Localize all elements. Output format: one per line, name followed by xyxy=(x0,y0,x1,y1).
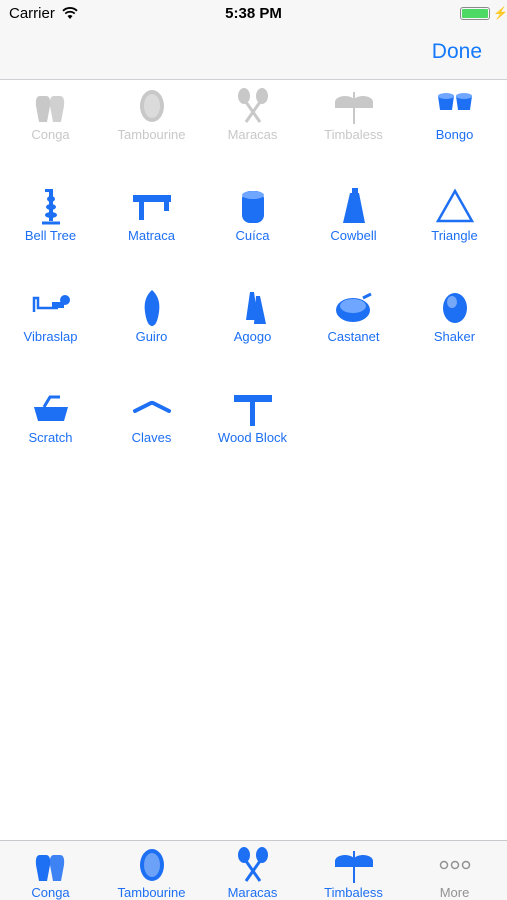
battery-icon xyxy=(460,7,490,20)
instrument-label: Matraca xyxy=(128,228,175,243)
instrument-label: Maracas xyxy=(227,127,278,142)
instrument-label: Cowbell xyxy=(330,228,377,243)
instrument-item[interactable]: Vibraslap xyxy=(0,288,101,358)
instrument-item[interactable]: Shaker xyxy=(404,288,505,358)
instrument-label: Claves xyxy=(131,430,172,445)
instrument-label: Triangle xyxy=(431,228,478,243)
shaker-icon xyxy=(442,293,467,323)
vibraslap-icon xyxy=(32,295,70,312)
instrument-label: Tambourine xyxy=(117,127,186,142)
tab-more[interactable]: More xyxy=(404,841,505,900)
instrument-label: Conga xyxy=(31,127,70,142)
triangle-icon xyxy=(435,188,474,223)
instrument-item[interactable]: Guiro xyxy=(101,288,202,358)
instrument-item[interactable]: Matraca xyxy=(101,187,202,257)
instrument-label: Shaker xyxy=(433,329,476,344)
instrument-label: Scratch xyxy=(28,430,73,445)
tambourine-icon xyxy=(139,849,164,881)
conga-icon xyxy=(35,96,64,122)
instrument-item[interactable]: Cuíca xyxy=(202,187,303,257)
claves-icon xyxy=(132,401,171,413)
instrument-label: Vibraslap xyxy=(23,329,78,344)
instrument-item[interactable]: Scratch xyxy=(0,389,101,459)
wood-block-icon xyxy=(233,395,272,426)
tab-timbaless[interactable]: Timbaless xyxy=(303,841,404,900)
conga-icon xyxy=(35,855,64,881)
tab-maracas[interactable]: Maracas xyxy=(202,841,303,900)
matraca-icon xyxy=(132,195,171,220)
instrument-label: Bongo xyxy=(435,127,474,142)
tab-bar: Conga Tambourine Maracas Timbaless More xyxy=(0,840,507,900)
status-time: 5:38 PM xyxy=(225,5,282,22)
instrument-item[interactable]: Timbaless xyxy=(303,86,404,156)
castanet-icon xyxy=(335,292,372,322)
status-bar: Carrier 5:38 PM ⚡ xyxy=(0,0,507,28)
maracas-icon xyxy=(237,88,268,123)
tab-label: Tambourine xyxy=(117,885,186,900)
instrument-label: Timbaless xyxy=(324,127,383,142)
agogo-icon xyxy=(245,292,266,324)
navigation-bar: Done xyxy=(0,28,507,80)
timbales-icon xyxy=(334,92,373,124)
instrument-item[interactable]: Bell Tree xyxy=(0,187,101,257)
maracas-icon xyxy=(237,847,268,882)
instrument-label: Agogo xyxy=(233,329,272,344)
instrument-label: Castanet xyxy=(327,329,380,344)
instrument-item[interactable]: Agogo xyxy=(202,288,303,358)
instrument-item[interactable]: Tambourine xyxy=(101,86,202,156)
instrument-item[interactable]: Bongo xyxy=(404,86,505,156)
tambourine-icon xyxy=(139,90,164,122)
guiro-icon xyxy=(144,290,159,326)
instrument-item[interactable]: Claves xyxy=(101,389,202,459)
battery-fill xyxy=(462,9,488,18)
tab-tambourine[interactable]: Tambourine xyxy=(101,841,202,900)
instrument-label: Guiro xyxy=(135,329,168,344)
scratch-icon xyxy=(33,395,68,421)
instrument-label: Wood Block xyxy=(217,430,288,445)
bongo-icon xyxy=(437,93,472,110)
more-icon xyxy=(439,860,470,870)
instrument-label: Bell Tree xyxy=(24,228,77,243)
cuica-icon xyxy=(241,191,264,223)
instrument-item[interactable]: Wood Block xyxy=(202,389,303,459)
instrument-item[interactable]: Castanet xyxy=(303,288,404,358)
tab-label: More xyxy=(439,885,470,900)
tab-label: Conga xyxy=(31,885,70,900)
done-button[interactable]: Done xyxy=(432,40,482,64)
timbales-icon xyxy=(334,851,373,883)
cowbell-icon xyxy=(342,188,365,223)
instrument-label: Cuíca xyxy=(235,228,270,243)
bell-tree-icon xyxy=(41,189,60,225)
tab-label: Maracas xyxy=(227,885,278,900)
instrument-item[interactable]: Maracas xyxy=(202,86,303,156)
instrument-item[interactable]: Triangle xyxy=(404,187,505,257)
instrument-item[interactable]: Conga xyxy=(0,86,101,156)
charging-icon: ⚡ xyxy=(493,6,507,20)
tab-conga[interactable]: Conga xyxy=(0,841,101,900)
tab-label: Timbaless xyxy=(324,885,383,900)
instrument-item[interactable]: Cowbell xyxy=(303,187,404,257)
